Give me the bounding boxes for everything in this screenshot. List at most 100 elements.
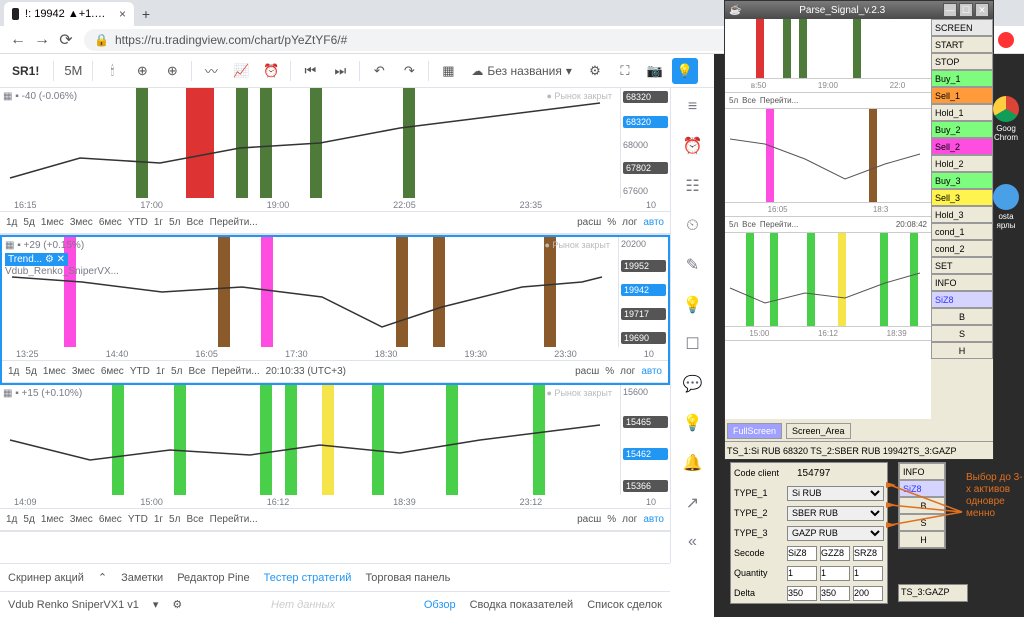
range-btn[interactable]: 1г (156, 366, 165, 377)
range-btn[interactable]: 5л (171, 366, 182, 377)
goto-btn[interactable]: Перейти... (210, 514, 258, 525)
q1-input[interactable] (787, 566, 817, 581)
reload-button[interactable]: ⟳ (56, 30, 76, 50)
strategy-name[interactable]: Vdub Renko SniperVX1 v1 (8, 599, 139, 611)
q3-input[interactable] (853, 566, 883, 581)
goto-btn[interactable]: Перейти... (210, 217, 258, 228)
layout-icon[interactable]: ▦ (435, 58, 461, 84)
b-button[interactable]: B (931, 308, 993, 325)
sell3-button[interactable]: Sell_3 (931, 189, 993, 206)
h-button[interactable]: H (931, 342, 993, 359)
sec2-input[interactable] (820, 546, 850, 561)
screen-button[interactable]: SCREEN (931, 19, 993, 36)
rewind-icon[interactable]: ⏮ (297, 58, 323, 84)
close-icon[interactable]: × (119, 7, 126, 21)
auto-btn[interactable]: авто (643, 514, 664, 525)
range-btn[interactable]: Все (186, 217, 203, 228)
gear-icon[interactable]: ⚙ (172, 598, 182, 611)
undo-icon[interactable]: ↶ (366, 58, 392, 84)
range-btn[interactable]: 1мес (41, 514, 64, 525)
side-lamp-icon[interactable]: 💡 (679, 411, 707, 437)
cond2-button[interactable]: cond_2 (931, 240, 993, 257)
q2-input[interactable] (820, 566, 850, 581)
gear-icon[interactable]: ⚙ (582, 58, 608, 84)
chart-scale-2[interactable]: 20200 19952 19942 19717 19690 (618, 237, 668, 347)
fullscreen-mode-button[interactable]: FullScreen (727, 423, 782, 439)
indicator-icon[interactable]: 〰 (198, 58, 224, 84)
stop-button[interactable]: STOP (931, 53, 993, 70)
tab-notes[interactable]: Заметки (121, 572, 163, 584)
goto-btn[interactable]: Перейти... (212, 366, 260, 377)
screen-area-button[interactable]: Screen_Area (786, 423, 851, 439)
sell2-button[interactable]: Sell_2 (931, 138, 993, 155)
range-btn[interactable]: 6мес (99, 217, 122, 228)
ext-btn[interactable]: расш (577, 514, 601, 525)
auto-btn[interactable]: авто (641, 366, 662, 377)
range-btn[interactable]: Все (186, 514, 203, 525)
range-btn[interactable]: 1мес (43, 366, 66, 377)
start-button[interactable]: START (931, 36, 993, 53)
buy3-button[interactable]: Buy_3 (931, 172, 993, 189)
tab-trading[interactable]: Торговая панель (365, 572, 450, 584)
side-share-icon[interactable]: ↗ (679, 490, 707, 516)
redo-icon[interactable]: ↷ (396, 58, 422, 84)
sec1-input[interactable] (787, 546, 817, 561)
ext-btn[interactable]: расш (575, 366, 599, 377)
log-btn[interactable]: лог (622, 514, 637, 525)
info2-button[interactable]: INFO (899, 463, 945, 480)
sell1-button[interactable]: Sell_1 (931, 87, 993, 104)
range-btn[interactable]: 6мес (101, 366, 124, 377)
range-btn[interactable]: YTD (128, 217, 148, 228)
range-btn[interactable]: 1г (154, 217, 163, 228)
range-btn[interactable]: 1г (154, 514, 163, 525)
log-btn[interactable]: лог (620, 366, 635, 377)
symbol-button[interactable]: SR1! (4, 61, 47, 81)
strategy-icon[interactable]: 📈 (228, 58, 254, 84)
alert-icon[interactable]: ⏰ (258, 58, 284, 84)
window-titlebar[interactable]: ☕ Parse_Signal_v.2.3 — ☐ ✕ (725, 1, 993, 19)
idea-button[interactable]: 💡 (672, 58, 698, 84)
range-btn[interactable]: YTD (130, 366, 150, 377)
mini-chart-1[interactable] (725, 19, 931, 79)
side-public-icon[interactable]: 💬 (679, 371, 707, 397)
hold3-button[interactable]: Hold_3 (931, 206, 993, 223)
siz2-button[interactable]: SiZ8 (899, 480, 945, 497)
new-tab-button[interactable]: + (134, 2, 158, 26)
strategy-tab-summary[interactable]: Сводка показателей (470, 599, 574, 611)
chart-panel-1[interactable]: ▦ ▪ -40 (-0.06%) ● Рынок закрыт 68320 68… (0, 88, 670, 235)
range-btn[interactable]: 3мес (70, 217, 93, 228)
range-btn[interactable]: 5д (25, 366, 36, 377)
tab-screener[interactable]: Скринер акций (8, 572, 84, 584)
tab-strategy[interactable]: Тестер стратегий (264, 572, 352, 584)
strategy-tab-overview[interactable]: Обзор (424, 599, 456, 611)
strategy-tab-trades[interactable]: Список сделок (587, 599, 662, 611)
chart-scale-3[interactable]: 15600 15465 15462 15366 (620, 385, 670, 495)
range-btn[interactable]: 3мес (72, 366, 95, 377)
forward-button[interactable]: → (32, 30, 52, 50)
h2-button[interactable]: H (899, 531, 945, 548)
chart-panel-2[interactable]: ▦ ▪ +29 (+0.15%) Trend... ⚙ ✕ Vdub_Renko… (0, 235, 670, 385)
chrome-shortcut[interactable]: Goog Chrom (992, 96, 1020, 142)
cond1-button[interactable]: cond_1 (931, 223, 993, 240)
info-button[interactable]: INFO (931, 274, 993, 291)
range-btn[interactable]: 5д (23, 217, 34, 228)
close-button[interactable]: ✕ (975, 3, 989, 17)
range-btn[interactable]: 5л (169, 514, 180, 525)
chart-plot-1[interactable]: ▦ ▪ -40 (-0.06%) ● Рынок закрыт (0, 88, 620, 198)
ext-btn[interactable]: расш (577, 217, 601, 228)
caret-icon[interactable]: ⌃ (98, 571, 107, 584)
side-calendar-icon[interactable]: ⏲ (679, 213, 707, 239)
tab-pine[interactable]: Редактор Pine (177, 572, 249, 584)
type3-select[interactable]: GAZP RUB (787, 526, 884, 541)
side-watchlist-icon[interactable]: ≡ (679, 94, 707, 120)
add-icon[interactable]: ⊕ (159, 58, 185, 84)
range-btn[interactable]: 3мес (70, 514, 93, 525)
siz8-button[interactable]: SiZ8 (931, 291, 993, 308)
save-menu[interactable]: ☁ Без названия ▾ (465, 64, 578, 78)
s2-button[interactable]: S (899, 514, 945, 531)
chevron-down-icon[interactable]: ▾ (153, 598, 159, 611)
side-notes-icon[interactable]: ✎ (679, 252, 707, 278)
b2-button[interactable]: B (899, 497, 945, 514)
auto-btn[interactable]: авто (643, 217, 664, 228)
fullscreen-icon[interactable]: ⛶ (612, 58, 638, 84)
